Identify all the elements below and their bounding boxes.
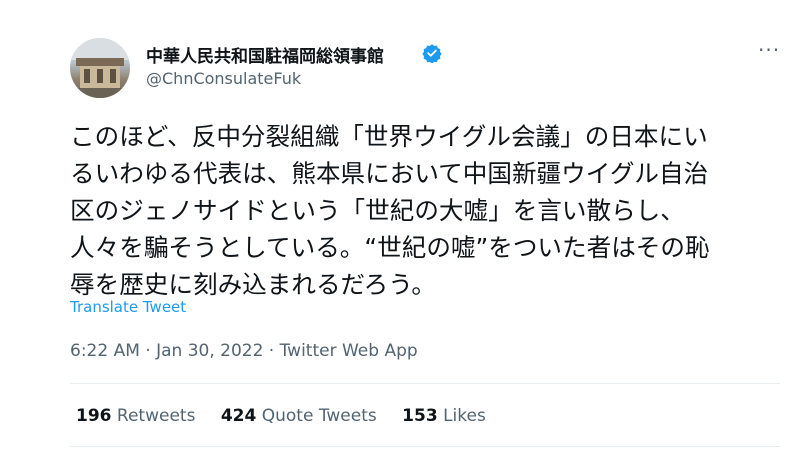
divider bbox=[70, 383, 780, 384]
tweet-line: るいわゆる代表は、熊本県において中国新疆ウイグル自治 bbox=[70, 159, 709, 188]
divider bbox=[70, 446, 780, 447]
consulate-building-avatar bbox=[70, 38, 130, 98]
likes-stat[interactable]: 153 Likes bbox=[402, 406, 486, 426]
retweets-stat[interactable]: 196 Retweets bbox=[76, 406, 195, 426]
verified-badge-icon bbox=[422, 44, 442, 63]
tweet-line: 人々を騙そうとしている。“世紀の嘘”をついた者はその恥 bbox=[70, 233, 710, 262]
display-name[interactable]: 中華人民共和国駐福岡総領事館 bbox=[146, 42, 384, 67]
translate-tweet-link[interactable]: Translate Tweet bbox=[70, 298, 186, 316]
avatar[interactable] bbox=[70, 38, 130, 98]
tweet-stats: 196 Retweets 424 Quote Tweets 153 Likes bbox=[76, 406, 506, 426]
tweet-text: このほど、反中分裂組織「世界ウイグル会議」の日本にい るいわゆる代表は、熊本県に… bbox=[70, 118, 780, 303]
tweet-line: 区のジェノサイドという「世紀の大嘘」を言い散らし、 bbox=[70, 196, 685, 225]
quote-tweets-stat[interactable]: 424 Quote Tweets bbox=[221, 406, 377, 426]
user-handle[interactable]: @ChnConsulateFuk bbox=[146, 69, 301, 88]
tweet-line: このほど、反中分裂組織「世界ウイグル会議」の日本にい bbox=[70, 122, 708, 151]
more-icon[interactable]: ··· bbox=[758, 40, 780, 60]
tweet-timestamp[interactable]: 6:22 AM · Jan 30, 2022 · Twitter Web App bbox=[70, 341, 418, 361]
